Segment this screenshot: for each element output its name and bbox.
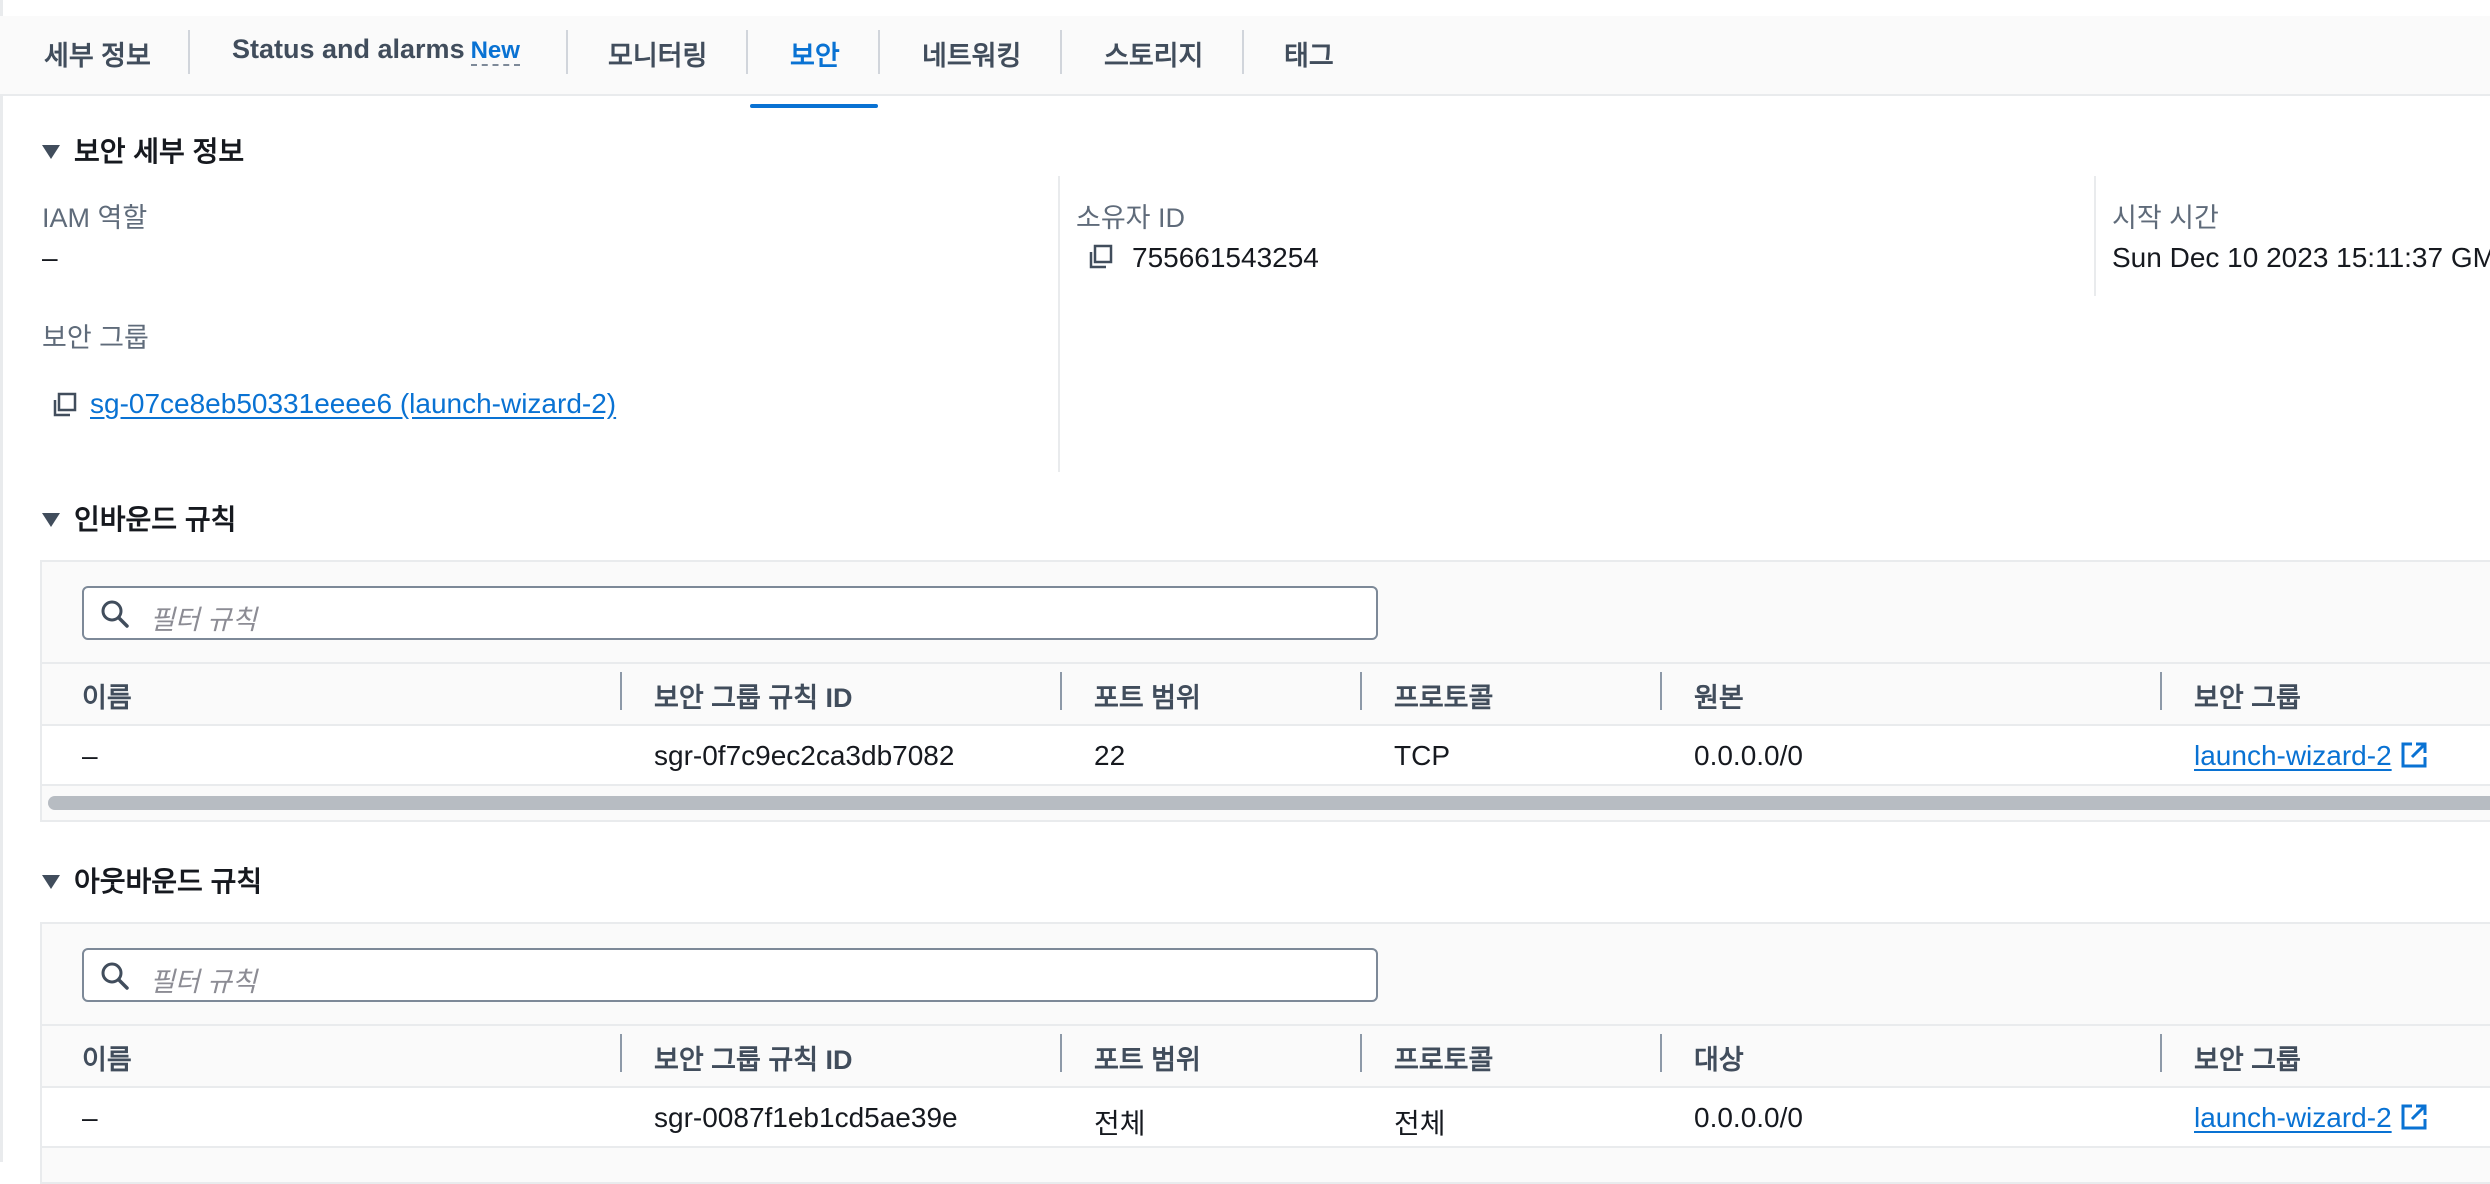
search-icon [101,600,129,628]
column-resizer[interactable] [1360,1034,1362,1072]
new-badge: New [470,37,520,66]
column-resizer[interactable] [1360,672,1362,710]
row-divider [42,724,2490,726]
tab-monitoring[interactable]: 모니터링 [608,34,707,73]
cell-name: – [82,1102,98,1133]
security-group-link[interactable]: launch-wizard-2 [2194,740,2392,771]
column-divider [1058,176,1060,472]
security-details-heading: 보안 세부 정보 [74,136,245,167]
inbound-rules-heading: 인바운드 규칙 [74,504,237,535]
inbound-rules-toggle[interactable]: 인바운드 규칙 [42,498,236,538]
cell-protocol: TCP [1394,740,1450,771]
cell-source: 0.0.0.0/0 [1694,740,1803,771]
caret-down-icon [42,144,60,159]
col-protocol[interactable]: 프로토콜 [1394,1038,1493,1077]
row-divider [42,784,2490,786]
security-group-link[interactable]: sg-07ce8eb50331eeee6 (launch-wizard-2) [90,388,616,420]
column-resizer[interactable] [1660,1034,1662,1072]
outbound-rules-heading: 아웃바운드 규칙 [74,866,263,897]
column-resizer[interactable] [1660,672,1662,710]
outbound-rules-toggle[interactable]: 아웃바운드 규칙 [42,860,262,900]
copy-icon[interactable] [52,392,78,418]
cell-rule-id: sgr-0087f1eb1cd5ae39e [654,1102,958,1133]
tab-separator [1242,30,1244,74]
inbound-rules-table: 필터 규칙 이름 보안 그룹 규칙 ID 포트 범위 프로토콜 원본 보안 그룹… [40,560,2490,822]
filter-placeholder: 필터 규칙 [150,967,257,997]
security-groups-label: 보안 그룹 [42,323,149,353]
tab-separator [746,30,748,74]
column-divider [2094,176,2096,296]
cell-security-group[interactable]: launch-wizard-2 [2194,740,2428,772]
search-icon [101,962,129,990]
security-group-link[interactable]: launch-wizard-2 [2194,1102,2392,1133]
tab-storage[interactable]: 스토리지 [1104,34,1203,73]
row-divider [42,1146,2490,1148]
cell-rule-id: sgr-0f7c9ec2ca3db7082 [654,740,955,771]
outbound-rules-table: 필터 규칙 이름 보안 그룹 규칙 ID 포트 범위 프로토콜 대상 보안 그룹… [40,922,2490,1184]
active-tab-indicator [750,104,878,108]
tab-separator [1060,30,1062,74]
col-rule-id[interactable]: 보안 그룹 규칙 ID [654,676,853,715]
col-security-group[interactable]: 보안 그룹 [2194,1038,2301,1077]
cell-security-group[interactable]: launch-wizard-2 [2194,1102,2428,1134]
launch-time-label: 시작 시간 [2112,203,2219,233]
col-name[interactable]: 이름 [82,1038,132,1077]
column-resizer[interactable] [1060,672,1062,710]
col-port-range[interactable]: 포트 범위 [1094,1038,1201,1077]
scrollbar-thumb[interactable] [48,796,2490,810]
owner-id-value: 755661543254 [1132,242,1319,273]
col-protocol[interactable]: 프로토콜 [1394,676,1493,715]
tab-status-alarms[interactable]: Status and alarms New [232,34,520,66]
row-divider [42,1086,2490,1088]
security-details-toggle[interactable]: 보안 세부 정보 [42,130,244,170]
tab-separator [566,30,568,74]
external-link-icon [2401,742,2427,768]
inbound-filter-input[interactable]: 필터 규칙 [82,586,1378,640]
tab-networking[interactable]: 네트워킹 [922,34,1021,73]
outbound-filter-input[interactable]: 필터 규칙 [82,948,1378,1002]
col-name[interactable]: 이름 [82,676,132,715]
copy-icon[interactable] [1088,244,1114,270]
cell-destination: 0.0.0.0/0 [1694,1102,1803,1133]
tab-security[interactable]: 보안 [790,34,840,73]
column-resizer[interactable] [2160,672,2162,710]
iam-role-value: – [42,242,58,273]
caret-down-icon [42,874,60,889]
col-source[interactable]: 원본 [1694,676,1744,715]
col-security-group[interactable]: 보안 그룹 [2194,676,2301,715]
header-top-line [42,1024,2490,1026]
col-rule-id[interactable]: 보안 그룹 규칙 ID [654,1038,853,1077]
header-top-line [42,662,2490,664]
tab-separator [878,30,880,74]
cell-name: – [82,740,98,771]
column-resizer[interactable] [2160,1034,2162,1072]
owner-id-label: 소유자 ID [1076,203,1186,233]
column-resizer[interactable] [1060,1034,1062,1072]
col-port-range[interactable]: 포트 범위 [1094,676,1201,715]
tab-bar: 세부 정보 Status and alarms New 모니터링 보안 네트워킹 … [0,16,2490,108]
table-row: – sgr-0087f1eb1cd5ae39e 전체 전체 0.0.0.0/0 … [42,1086,2490,1148]
launch-time-value: Sun Dec 10 2023 15:11:37 GMT+0900 [2112,242,2490,273]
caret-down-icon [42,512,60,527]
tab-tags[interactable]: 태그 [1284,34,1334,73]
col-destination[interactable]: 대상 [1694,1038,1744,1077]
cell-port-range: 전체 [1094,1108,1146,1139]
filter-placeholder: 필터 규칙 [150,605,257,635]
tab-separator [188,30,190,74]
cell-protocol: 전체 [1394,1108,1446,1139]
external-link-icon [2401,1104,2427,1130]
column-resizer[interactable] [620,672,622,710]
tab-details[interactable]: 세부 정보 [44,34,151,73]
cell-port-range: 22 [1094,740,1126,771]
column-resizer[interactable] [620,1034,622,1072]
left-border [0,0,3,1162]
tab-status-alarms-label: Status and alarms [232,34,465,64]
iam-role-label: IAM 역할 [42,203,148,233]
table-row: – sgr-0f7c9ec2ca3db7082 22 TCP 0.0.0.0/0… [42,724,2490,786]
